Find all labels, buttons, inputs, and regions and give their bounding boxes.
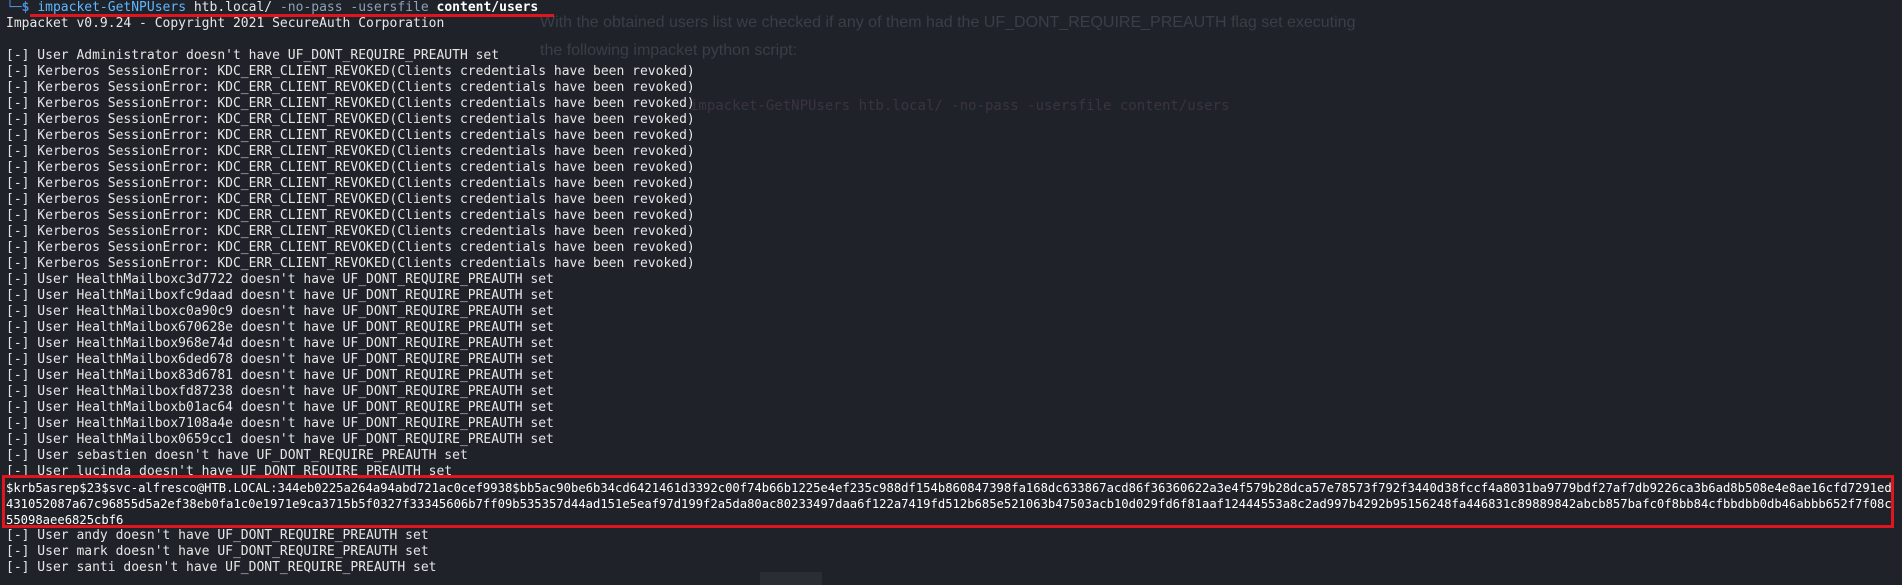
output-line: [-] User HealthMailbox83d6781 doesn't ha… [6, 368, 554, 383]
terminal-window[interactable]: With the obtained users list we checked … [0, 0, 1902, 585]
output-line: [-] Kerberos SessionError: KDC_ERR_CLIEN… [6, 80, 695, 95]
output-line: [-] Kerberos SessionError: KDC_ERR_CLIEN… [6, 224, 695, 239]
output-line: [-] User HealthMailboxc0a90c9 doesn't ha… [6, 304, 554, 319]
prompt-symbol: $ [21, 0, 30, 15]
output-line: [-] Kerberos SessionError: KDC_ERR_CLIEN… [6, 176, 695, 191]
output-line: [-] Kerberos SessionError: KDC_ERR_CLIEN… [6, 96, 695, 111]
output-line: [-] User Administrator doesn't have UF_D… [6, 48, 500, 63]
command-file-arg: content/users [436, 0, 539, 15]
output-line: [-] Kerberos SessionError: KDC_ERR_CLIEN… [6, 256, 695, 271]
background-page-element [760, 572, 822, 585]
output-line: [-] User HealthMailboxfc9daad doesn't ha… [6, 288, 554, 303]
output-line: [-] User HealthMailbox6ded678 doesn't ha… [6, 352, 554, 367]
output-line: [-] User HealthMailbox7108a4e doesn't ha… [6, 416, 554, 431]
asrep-hash[interactable]: $krb5asrep$23$svc-alfresco@HTB.LOCAL:344… [6, 480, 1894, 528]
output-line: [-] User andy doesn't have UF_DONT_REQUI… [6, 528, 429, 543]
command-domain-arg: htb.local/ [193, 0, 273, 15]
output-line: [-] User HealthMailbox968e74d doesn't ha… [6, 336, 554, 351]
output-line: [-] User mark doesn't have UF_DONT_REQUI… [6, 544, 429, 559]
output-line: [-] Kerberos SessionError: KDC_ERR_CLIEN… [6, 64, 695, 79]
output-line: [-] Kerberos SessionError: KDC_ERR_CLIEN… [6, 208, 695, 223]
output-line: [-] Kerberos SessionError: KDC_ERR_CLIEN… [6, 128, 695, 143]
output-line: [-] Kerberos SessionError: KDC_ERR_CLIEN… [6, 192, 695, 207]
output-lines: [-] User Administrator doesn't have UF_D… [6, 48, 1902, 480]
prompt-corner: └─ [6, 0, 22, 15]
tail-output-lines: [-] User andy doesn't have UF_DONT_REQUI… [6, 528, 436, 576]
output-line: [-] Kerberos SessionError: KDC_ERR_CLIEN… [6, 144, 695, 159]
output-line: [-] User HealthMailboxc3d7722 doesn't ha… [6, 272, 554, 287]
output-line: [-] User HealthMailboxb01ac64 doesn't ha… [6, 400, 554, 415]
command-name: impacket-GetNPUsers [37, 0, 187, 15]
impacket-banner: Impacket v0.9.24 - Copyright 2021 Secure… [6, 16, 445, 31]
output-line: [-] Kerberos SessionError: KDC_ERR_CLIEN… [6, 240, 695, 255]
terminal-output: └─$ impacket-GetNPUsers htb.local/ -no-p… [6, 0, 1902, 480]
output-line: [-] User HealthMailboxfd87238 doesn't ha… [6, 384, 554, 399]
output-line: [-] Kerberos SessionError: KDC_ERR_CLIEN… [6, 160, 695, 175]
output-line: [-] User HealthMailbox0659cc1 doesn't ha… [6, 432, 554, 447]
output-line: [-] Kerberos SessionError: KDC_ERR_CLIEN… [6, 112, 695, 127]
output-line: [-] User santi doesn't have UF_DONT_REQU… [6, 560, 437, 575]
output-line: [-] User HealthMailbox670628e doesn't ha… [6, 320, 554, 335]
command-flags: -no-pass -usersfile [279, 0, 429, 15]
output-line: [-] User sebastien doesn't have UF_DONT_… [6, 448, 468, 463]
command-highlight-underline [30, 14, 554, 17]
